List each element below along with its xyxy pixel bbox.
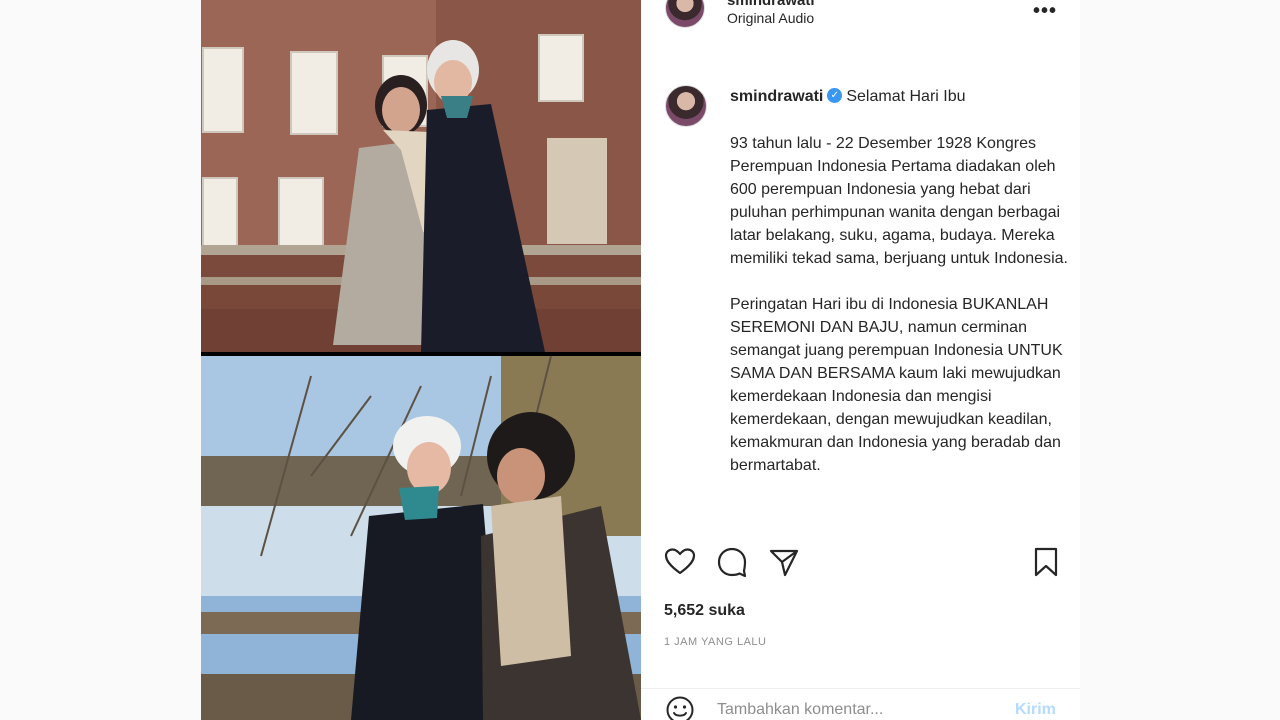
bookmark-icon[interactable] (1029, 545, 1063, 579)
caption-paragraph: 93 tahun lalu - 22 Desember 1928 Kongres… (730, 135, 1068, 267)
comment-input[interactable] (715, 697, 999, 720)
verified-badge-icon: ✓ (827, 88, 843, 104)
caption-greeting: Selamat Hari Ibu (846, 88, 966, 105)
action-bar (641, 545, 1080, 585)
caption-username[interactable]: smindrawati (730, 88, 823, 105)
photo-lakeside-bench (201, 356, 641, 720)
post-timestamp[interactable]: 1 JAM YANG LALU (664, 636, 766, 648)
photo-collage[interactable] (201, 0, 641, 720)
post-caption: smindrawati ✓ Selamat Hari Ibu 93 tahun la… (641, 70, 1080, 530)
comment-bar: Kirim (641, 688, 1080, 720)
post-header: smindrawati Original Audio ••• (641, 0, 1080, 40)
send-icon[interactable] (767, 545, 801, 579)
more-options-icon[interactable]: ••• (1033, 0, 1057, 23)
caption-paragraph: Peringatan Hari ibu di Indonesia BUKANLA… (730, 296, 1063, 474)
caption-avatar[interactable] (665, 85, 707, 127)
photo-brick-building (201, 0, 641, 352)
caption-first-line: smindrawati ✓ Selamat Hari Ibu (730, 88, 966, 106)
like-count[interactable]: 5,652 suka (664, 602, 745, 620)
caption-body: 93 tahun lalu - 22 Desember 1928 Kongres… (730, 132, 1070, 500)
post-comment-button[interactable]: Kirim (1015, 701, 1056, 719)
header-username[interactable]: smindrawati (727, 0, 815, 9)
header-avatar[interactable] (665, 0, 705, 28)
post-side-panel: smindrawati Original Audio ••• smindrawa… (641, 0, 1080, 720)
emoji-icon[interactable] (665, 695, 695, 720)
instagram-post: smindrawati Original Audio ••• smindrawa… (201, 0, 1080, 720)
comment-icon[interactable] (715, 545, 749, 579)
original-audio-link[interactable]: Original Audio (727, 10, 814, 26)
heart-icon[interactable] (663, 545, 697, 579)
